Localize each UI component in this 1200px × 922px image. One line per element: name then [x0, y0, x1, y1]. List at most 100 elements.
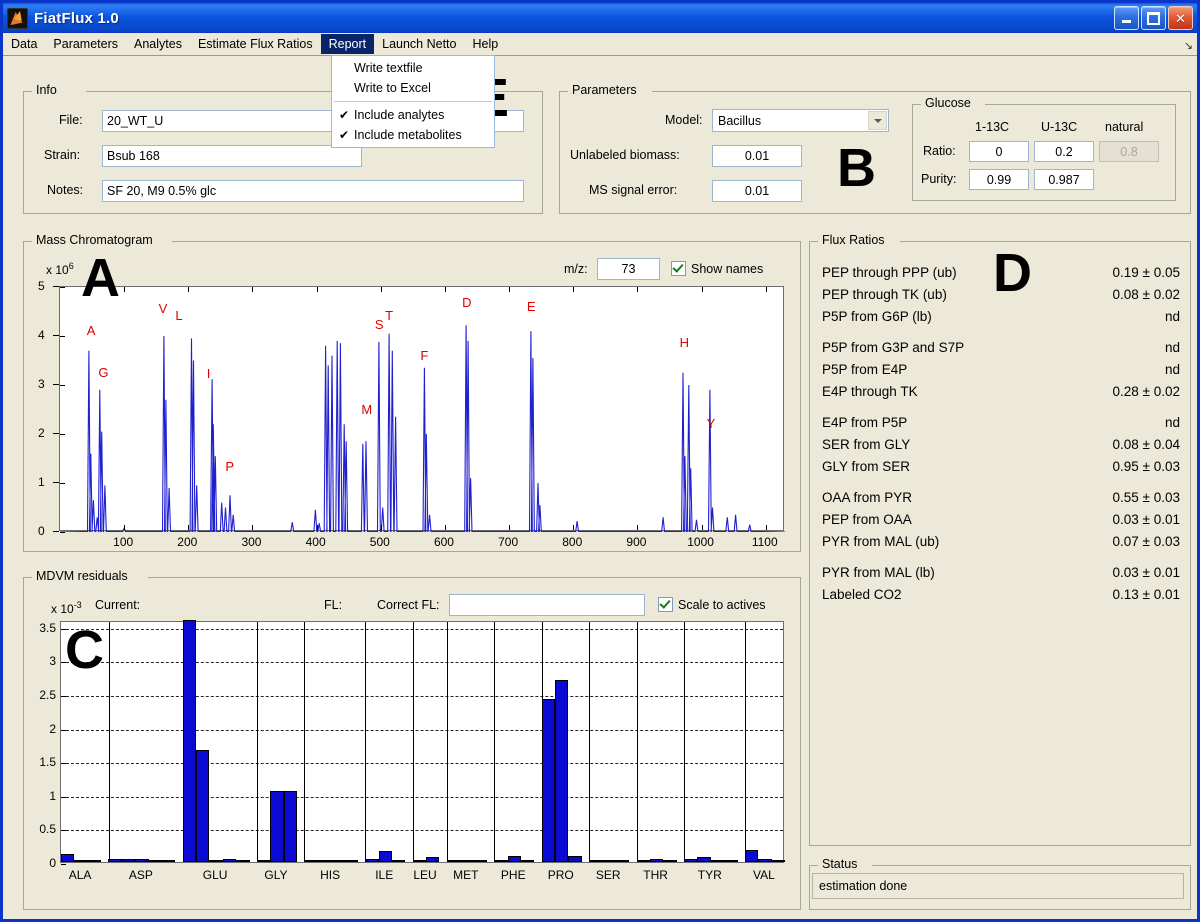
mz-label: m/z:: [564, 262, 588, 276]
flux-ratios-legend: Flux Ratios: [818, 233, 889, 247]
flux-ratio-value: 0.13 ± 0.01: [1112, 586, 1180, 602]
x-tick-top: [444, 287, 446, 292]
flux-ratio-value: 0.08 ± 0.02: [1112, 286, 1180, 302]
bar: [74, 859, 88, 862]
mdvm-residuals-plot[interactable]: [60, 620, 785, 865]
fiatflux-window: FiatFlux 1.0 ✕ Data Parameters Analytes Est…: [0, 0, 1200, 922]
flux-ratio-gap: [810, 327, 1190, 336]
group-separator: [446, 622, 448, 862]
menu-analytes[interactable]: Analytes: [126, 34, 190, 54]
flux-ratio-row: Labeled CO2 0.13 ± 0.01: [810, 583, 1190, 605]
peak-label-A: A: [86, 323, 96, 339]
flux-ratio-name: P5P from G3P and S7P: [822, 339, 965, 355]
check-icon: ✔: [339, 108, 350, 122]
x-tick: [637, 525, 639, 530]
menu-item-write-textfile[interactable]: Write textfile: [332, 58, 494, 78]
menu-item-label: Include analytes: [354, 108, 445, 122]
status-panel: Status estimation done: [809, 857, 1191, 910]
bar: [494, 860, 508, 862]
strain-field[interactable]: [102, 145, 362, 167]
show-names-checkbox[interactable]: Show names: [671, 261, 763, 276]
x-tick: [509, 525, 511, 530]
peak-label-P: P: [225, 459, 235, 475]
model-select[interactable]: Bacillus: [712, 109, 889, 132]
ratio-u-13c-field[interactable]: [1034, 141, 1094, 162]
bar: [182, 620, 197, 862]
bar: [331, 860, 345, 862]
mz-input[interactable]: [597, 258, 660, 280]
menu-item-include-analytes[interactable]: ✔ Include analytes: [332, 105, 494, 125]
notes-field[interactable]: [102, 180, 524, 202]
group-separator: [636, 622, 638, 862]
purity-1-13c-field[interactable]: [969, 169, 1029, 190]
correct-fl-input[interactable]: [449, 594, 645, 616]
y-tick-inner: [60, 532, 65, 533]
menu-item-label: Include metabolites: [354, 128, 462, 142]
flux-ratio-value: 0.28 ± 0.02: [1112, 383, 1180, 399]
menu-data[interactable]: Data: [3, 34, 45, 54]
flux-ratio-name: OAA from PYR: [822, 489, 913, 505]
minimize-button[interactable]: [1114, 6, 1139, 30]
peak-label-T: T: [385, 308, 394, 324]
ms-signal-error-field[interactable]: [712, 180, 802, 202]
x-tick-label: HIS: [320, 868, 341, 882]
gridline: [61, 729, 783, 731]
status-text: estimation done: [812, 873, 1184, 899]
flux-ratio-name: PYR from MAL (lb): [822, 564, 935, 580]
menu-parameters[interactable]: Parameters: [45, 34, 126, 54]
peak-label-G: G: [98, 364, 109, 380]
report-dropdown-menu[interactable]: Write textfile Write to Excel ✔ Include ana…: [331, 55, 495, 148]
maximize-button[interactable]: [1141, 6, 1166, 30]
unlabeled-biomass-field[interactable]: [712, 145, 802, 167]
flux-ratios-list: PEP through PPP (ub) 0.19 ± 0.05 PEP throu…: [810, 261, 1190, 605]
flux-ratio-row: OAA from PYR 0.55 ± 0.03: [810, 486, 1190, 508]
y-tick-label: 1.5: [39, 755, 56, 770]
bar: [636, 859, 650, 862]
bar: [412, 860, 426, 862]
flux-ratio-name: GLY from SER: [822, 458, 911, 474]
y-tick: [53, 433, 59, 434]
bar: [108, 859, 122, 862]
purity-u-13c-field[interactable]: [1034, 169, 1094, 190]
menu-help[interactable]: Help: [464, 34, 506, 54]
close-button[interactable]: ✕: [1168, 6, 1193, 30]
x-tick: [316, 525, 318, 530]
x-tick: [380, 525, 382, 530]
bar: [520, 860, 535, 862]
mass-chromatogram-plot[interactable]: A G VL I P M ST F D E H Y: [59, 286, 785, 533]
menu-estimate-flux-ratios[interactable]: Estimate Flux Ratios: [190, 34, 321, 54]
x-tick-label: LEU: [413, 868, 437, 882]
ratio-label: Ratio:: [923, 144, 956, 158]
scale-to-actives-checkbox[interactable]: Scale to actives: [658, 597, 766, 612]
bar: [758, 858, 772, 862]
check-icon: ✔: [339, 128, 350, 142]
y-tick: [53, 384, 59, 385]
group-separator: [304, 622, 306, 862]
y-tick-label: 3: [49, 654, 56, 669]
y-tick-label: 3: [38, 377, 45, 391]
y-tick-label: 5: [38, 279, 45, 293]
gridline: [61, 796, 783, 798]
flux-ratio-value: 0.07 ± 0.03: [1112, 533, 1180, 549]
flux-ratio-name: E4P from P5P: [822, 414, 908, 430]
y-tick-inner: [60, 336, 65, 337]
bar: [771, 860, 785, 862]
y-tick: [53, 482, 59, 483]
x-tick-top: [765, 287, 767, 292]
menu-report[interactable]: Report: [320, 34, 375, 54]
y-tick: [53, 531, 59, 532]
flux-ratio-name: P5P from E4P: [822, 361, 908, 377]
parameters-legend: Parameters: [568, 83, 641, 97]
peak-label-L: L: [175, 308, 183, 324]
flux-ratio-name: PYR from MAL (ub): [822, 533, 940, 549]
annotation-letter-D: D: [993, 243, 1032, 303]
mass-chromatogram-panel: Mass Chromatogram m/z: Show names x 106 …: [23, 233, 801, 552]
menu-launch-netto[interactable]: Launch Netto: [374, 34, 464, 54]
ratio-1-13c-field[interactable]: [969, 141, 1029, 162]
menu-item-write-to-excel[interactable]: Write to Excel: [332, 78, 494, 98]
menu-item-include-metabolites[interactable]: ✔ Include metabolites: [332, 125, 494, 145]
peak-label-Y: Y: [706, 416, 716, 432]
flux-ratio-value: 0.95 ± 0.03: [1112, 458, 1180, 474]
y-tick-inner: [60, 385, 65, 386]
gridline: [61, 695, 783, 697]
